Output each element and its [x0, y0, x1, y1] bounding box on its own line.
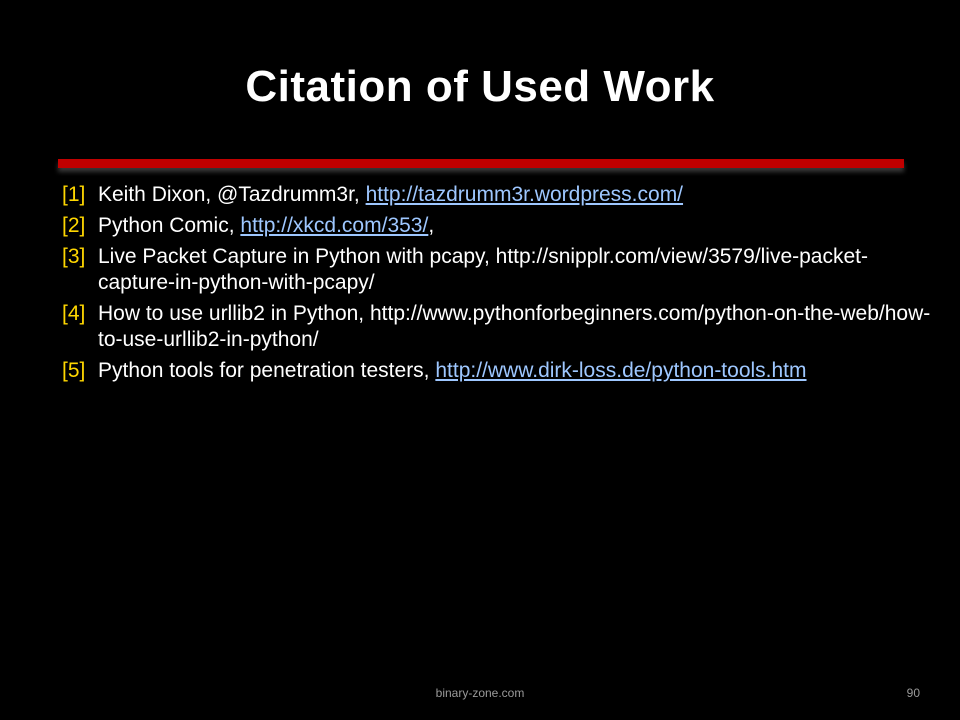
citation-number: [2]	[62, 214, 86, 237]
citation-body: Python Comic, http://xkcd.com/353/,	[98, 213, 932, 239]
footer-site: binary-zone.com	[435, 686, 525, 700]
citation-text: How to use urllib2 in Python, http://www…	[98, 302, 931, 351]
citation-number: [4]	[62, 302, 86, 325]
citation-text: Keith Dixon, @Tazdrumm3r,	[98, 183, 366, 206]
citation-text: Python tools for penetration testers,	[98, 359, 436, 382]
citation-number: [3]	[62, 245, 86, 268]
citation-item-2: [2] Python Comic, http://xkcd.com/353/,	[62, 213, 932, 239]
page-number: 90	[906, 686, 920, 700]
citation-body: Keith Dixon, @Tazdrumm3r, http://tazdrum…	[98, 182, 932, 208]
citation-text: Python Comic,	[98, 214, 241, 237]
citation-link[interactable]: http://tazdrumm3r.wordpress.com/	[366, 183, 683, 206]
citation-item-1: [1] Keith Dixon, @Tazdrumm3r, http://taz…	[62, 182, 932, 208]
citation-body: Python tools for penetration testers, ht…	[98, 358, 932, 384]
citation-text: Live Packet Capture in Python with pcapy…	[98, 245, 868, 294]
citation-link[interactable]: http://xkcd.com/353/	[240, 214, 428, 237]
citation-tail: ,	[428, 214, 435, 237]
citation-number: [1]	[62, 183, 86, 206]
citation-number: [5]	[62, 359, 86, 382]
slide-title: Citation of Used Work	[245, 62, 715, 111]
citation-item-4: [4] How to use urllib2 in Python, http:/…	[62, 301, 932, 353]
title-divider	[58, 159, 904, 168]
citation-list: [1] Keith Dixon, @Tazdrumm3r, http://taz…	[62, 182, 932, 389]
citation-item-3: [3] Live Packet Capture in Python with p…	[62, 244, 932, 296]
citation-link[interactable]: http://www.dirk-loss.de/python-tools.htm	[435, 359, 806, 382]
citation-item-5: [5] Python tools for penetration testers…	[62, 358, 932, 384]
